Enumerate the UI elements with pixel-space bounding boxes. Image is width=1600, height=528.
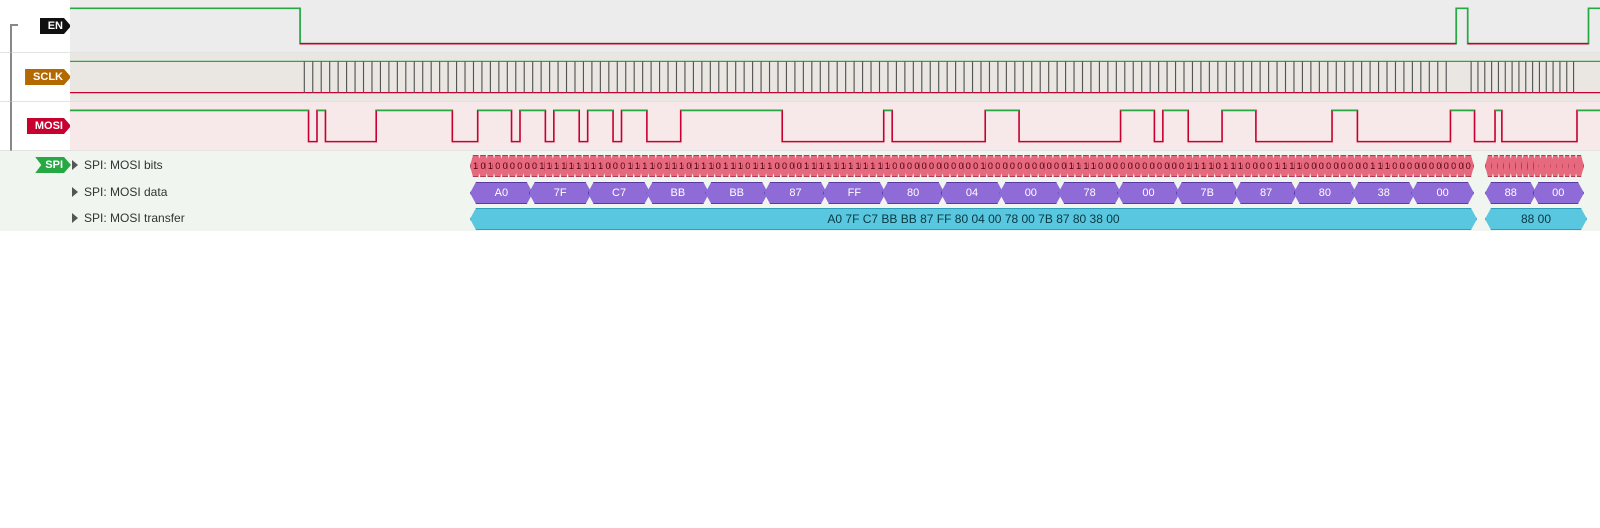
signal-row-sclk: SCLK (0, 53, 1600, 101)
decoder-data-row: SPI: MOSI data A07FC7BBBB87FF80040078007… (0, 179, 1600, 205)
expand-icon[interactable] (72, 213, 78, 223)
decoder-row-transfer-label: SPI: MOSI transfer (84, 211, 185, 225)
decoder-transfer-row: SPI: MOSI transfer A0 7F C7 BB BB 87 FF … (0, 205, 1600, 231)
byte-bubble: 04 (941, 182, 1004, 204)
expand-icon[interactable] (72, 160, 78, 170)
waveform-sclk[interactable] (70, 53, 1600, 101)
byte-bubble: FF (823, 182, 886, 204)
decoder-row-data-label: SPI: MOSI data (84, 185, 167, 199)
byte-bubble: 00 (1117, 182, 1180, 204)
waveform-en[interactable] (70, 0, 1600, 52)
signal-label-mosi[interactable]: MOSI (27, 118, 71, 134)
decoder-row-bits-label: SPI: MOSI bits (84, 158, 163, 172)
byte-bubble: 7F (529, 182, 592, 204)
decoder-bits-track[interactable]: 1010000001111111110001111011101110111011… (270, 154, 1600, 176)
byte-bubble: 87 (1235, 182, 1298, 204)
byte-bubble: 80 (882, 182, 945, 204)
decoder-transfer-track[interactable]: A0 7F C7 BB BB 87 FF 80 04 00 78 00 7B 8… (270, 207, 1600, 229)
byte-bubble: 7B (1176, 182, 1239, 204)
decoder-header-row: SPI SPI: MOSI bits 101000000111111111000… (0, 151, 1600, 179)
expand-icon[interactable] (72, 187, 78, 197)
byte-bubble: 80 (1294, 182, 1357, 204)
byte-bubble: 00 (1411, 182, 1474, 204)
byte-bubble: 87 (764, 182, 827, 204)
waveform-mosi[interactable] (70, 102, 1600, 150)
transfer-bubble: 88 00 (1485, 208, 1587, 230)
decoder-data-track[interactable]: A07FC7BBBB87FF80040078007B878038008800 (270, 181, 1600, 203)
signal-label-sclk[interactable]: SCLK (25, 69, 71, 85)
byte-bubble: 78 (1058, 182, 1121, 204)
byte-bubble: 38 (1352, 182, 1415, 204)
byte-bubble: BB (705, 182, 768, 204)
byte-bubble: 00 (999, 182, 1062, 204)
byte-bubble: C7 (588, 182, 651, 204)
byte-bubble: A0 (470, 182, 533, 204)
logic-analyzer-viewer: EN SCLK MOSI (0, 0, 1600, 231)
byte-bubble: 00 (1533, 182, 1585, 204)
signal-row-en: EN (0, 0, 1600, 52)
signal-label-en[interactable]: EN (40, 18, 71, 34)
transfer-bubble: A0 7F C7 BB BB 87 FF 80 04 00 78 00 7B 8… (470, 208, 1477, 230)
byte-bubble: 88 (1485, 182, 1537, 204)
decoder-label-spi[interactable]: SPI (35, 157, 71, 173)
byte-bubble: BB (646, 182, 709, 204)
signal-row-mosi: MOSI (0, 102, 1600, 150)
